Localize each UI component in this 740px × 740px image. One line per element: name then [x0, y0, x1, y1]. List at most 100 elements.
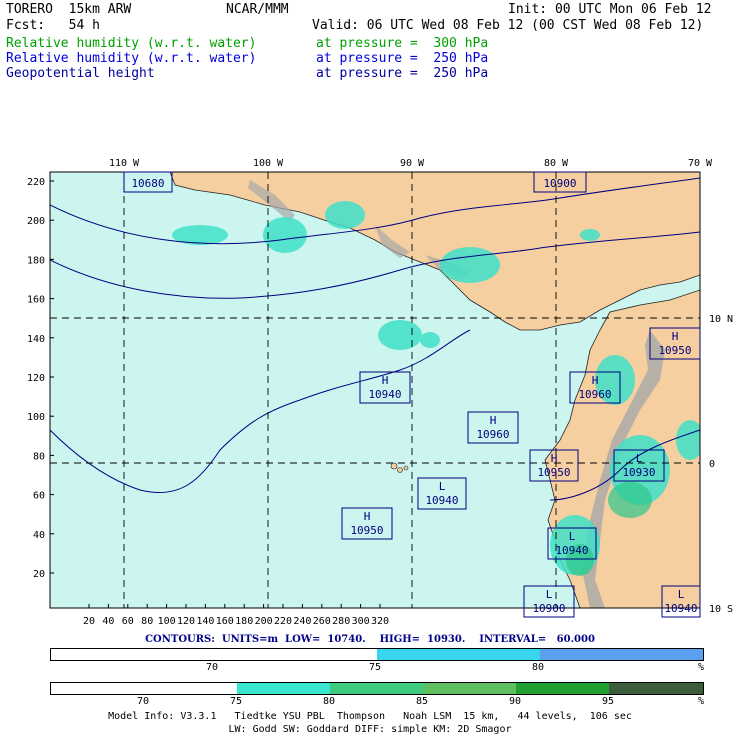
lon-label-80w: 80 W [544, 158, 569, 169]
x-tick-label: 260 [313, 616, 331, 627]
rh300-seg-7 [609, 683, 703, 694]
height-label-value: 10950 [537, 466, 570, 479]
height-label-type: L [546, 588, 553, 601]
height-label-box: L10940 [417, 477, 467, 510]
height-label-box: H10940 [359, 371, 411, 404]
rh250-seg-1 [51, 649, 215, 660]
height-label-type: L [569, 530, 576, 543]
height-label-value: 10950 [350, 524, 383, 537]
lat-label-10s: 10 S [709, 604, 733, 615]
weather-map: 20 40 60 80 100 120 140 160 180 200 220 240 260 280 30… [27, 158, 733, 627]
height-label-box: H10950 [649, 327, 701, 360]
height-label-value: 10940 [555, 544, 588, 557]
rh300-seg-2 [144, 683, 238, 694]
height-label-value: 10960 [476, 428, 509, 441]
height-label-box: L10930 [613, 449, 665, 482]
height-label-type: L [439, 480, 446, 493]
height-label-type: L [678, 588, 685, 601]
height-label-value: 10940 [368, 388, 401, 401]
rh300-tick-75: 75 [230, 696, 243, 707]
height-label-box: 10680 [123, 171, 173, 193]
rh250-tick-75: 75 [369, 662, 382, 673]
rh300-tick-70: 70 [137, 696, 150, 707]
height-label-value: 10900 [532, 602, 565, 615]
x-tick-label: 160 [216, 616, 234, 627]
x-tick-label: 80 [141, 616, 153, 627]
rh250-colorbar [50, 648, 704, 661]
height-label-value: 10940 [664, 602, 697, 615]
x-tick-label: 40 [102, 616, 114, 627]
height-label-type: H [490, 414, 497, 427]
height-label-value: 10900 [543, 177, 576, 190]
model-info-line2: LW: Godd SW: Goddard DIFF: simple KM: 2D… [228, 724, 512, 735]
rh250-tick-70: 70 [206, 662, 219, 673]
height-label-box: H10950 [529, 449, 579, 482]
y-tick-label: 60 [33, 491, 45, 502]
lon-label-90w: 90 W [400, 158, 425, 169]
x-tick-label: 140 [196, 616, 214, 627]
rh300-tick-percent: % [698, 696, 705, 707]
height-label-value: 10960 [578, 388, 611, 401]
height-label-box: L10900 [523, 585, 575, 618]
height-label-box: L10940 [547, 527, 597, 560]
y-tick-label: 140 [27, 334, 45, 345]
rh300-tick-85: 85 [416, 696, 429, 707]
height-label-box: H10960 [467, 411, 519, 444]
height-label-type: H [382, 374, 389, 387]
x-tick-label: 120 [177, 616, 195, 627]
rh300-seg-6 [516, 683, 610, 694]
lon-label-70w: 70 W [688, 158, 713, 169]
x-tick-label: 60 [122, 616, 134, 627]
height-label-box: 10900 [533, 171, 587, 193]
height-label-type: H [672, 330, 679, 343]
lat-label-10n: 10 N [709, 314, 733, 325]
rh250-seg-2 [214, 649, 378, 660]
height-label-box: L10940 [661, 585, 701, 618]
lat-label-0: 0 [709, 459, 715, 470]
height-label-value: 10680 [131, 177, 164, 190]
y-tick-label: 20 [33, 569, 45, 580]
height-label-value: 10930 [622, 466, 655, 479]
x-tick-label: 180 [235, 616, 253, 627]
y-tick-label: 40 [33, 530, 45, 541]
y-tick-label: 180 [27, 255, 45, 266]
rh250-tick-80: 80 [532, 662, 545, 673]
height-label-type: L [636, 452, 643, 465]
lon-label-110w: 110 W [109, 158, 140, 169]
x-tick-label: 300 [352, 616, 370, 627]
rh250-tick-percent: % [698, 662, 705, 673]
model-info-line1: Model Info: V3.3.1 Tiedtke YSU PBL Thomp… [108, 711, 632, 722]
x-tick-label: 320 [371, 616, 389, 627]
x-tick-label: 240 [293, 616, 311, 627]
rh250-seg-4 [540, 649, 703, 660]
x-tick-label: 280 [332, 616, 350, 627]
rh300-colorbar [50, 682, 704, 695]
height-label-type: H [364, 510, 371, 523]
y-tick-label: 80 [33, 451, 45, 462]
lon-label-100w: 100 W [253, 158, 284, 169]
height-label-box: H10960 [569, 371, 621, 404]
x-tick-label: 100 [158, 616, 176, 627]
x-tick-label: 20 [83, 616, 95, 627]
rh300-seg-1 [51, 683, 145, 694]
y-tick-label: 220 [27, 177, 45, 188]
rh300-tick-95: 95 [602, 696, 615, 707]
height-label-value: 10950 [658, 344, 691, 357]
contours-info: CONTOURS: UNITS=m LOW= 10740. HIGH= 1093… [145, 634, 595, 645]
rh300-tick-90: 90 [509, 696, 522, 707]
height-label-type: H [592, 374, 599, 387]
x-tick-label: 200 [255, 616, 273, 627]
height-label-box: H10950 [341, 507, 393, 540]
height-label-value: 10940 [425, 494, 458, 507]
x-tick-label: 220 [274, 616, 292, 627]
y-tick-label: 100 [27, 412, 45, 423]
rh250-seg-3 [377, 649, 541, 660]
rh300-tick-80: 80 [323, 696, 336, 707]
rh300-seg-3 [237, 683, 331, 694]
height-label-type: H [551, 452, 558, 465]
y-tick-label: 160 [27, 295, 45, 306]
rh300-seg-5 [423, 683, 517, 694]
y-tick-label: 200 [27, 216, 45, 227]
y-tick-label: 120 [27, 373, 45, 384]
rh300-seg-4 [330, 683, 424, 694]
